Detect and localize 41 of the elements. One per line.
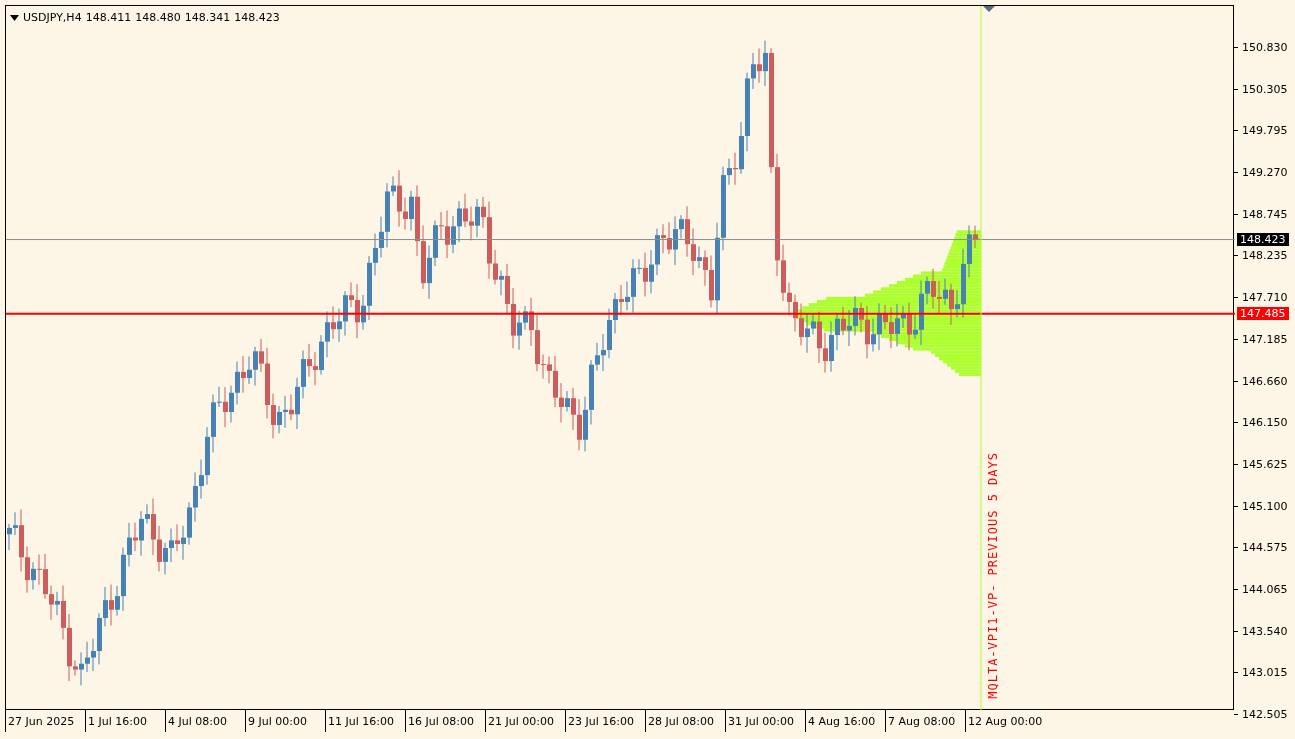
price-axis-label: 149.795 — [1242, 124, 1288, 138]
time-axis-label: 27 Jun 2025 — [5, 710, 85, 732]
indicator-label: MQLTA-VPI1-VP- PREVIOUS 5 DAYS — [985, 452, 1001, 699]
time-axis-label: 23 Jul 16:00 — [565, 710, 645, 732]
time-axis-label: 4 Jul 08:00 — [165, 710, 245, 732]
price-axis-label: 145.625 — [1242, 457, 1288, 471]
price-quote: 148.411 — [85, 10, 132, 26]
time-axis-label: 7 Aug 08:00 — [885, 710, 965, 732]
price-axis-label: 142.505 — [1242, 708, 1288, 721]
caret-icon[interactable] — [10, 15, 19, 22]
price-axis-label: 145.100 — [1242, 499, 1288, 513]
price-axis-label: 143.540 — [1242, 624, 1288, 638]
time-axis-label: 12 Aug 00:00 — [965, 710, 1045, 732]
price-axis-label: 147.710 — [1242, 291, 1288, 305]
time-axis-label: 28 Jul 08:00 — [645, 710, 725, 732]
time-axis-label: 1 Jul 16:00 — [85, 710, 165, 732]
price-axis-label: 146.660 — [1242, 374, 1288, 388]
price-axis-label: 144.065 — [1242, 582, 1288, 596]
price-quote: 148.480 — [135, 10, 181, 26]
price-axis-label: 146.150 — [1242, 416, 1288, 430]
price-quote: 148.341 — [184, 10, 231, 26]
time-axis-label: 9 Jul 00:00 — [245, 710, 325, 732]
price-badge: 147.485 — [1237, 306, 1289, 320]
price-axis-label: 148.235 — [1242, 249, 1288, 263]
price-level-line[interactable] — [6, 312, 1235, 315]
time-axis-label: 11 Jul 16:00 — [325, 710, 405, 732]
price-axis-label: 150.305 — [1242, 82, 1288, 96]
price-axis-label: 144.575 — [1242, 541, 1288, 555]
symbol-label: USDJPY,H4 — [23, 10, 82, 26]
time-axis-label: 16 Jul 08:00 — [405, 710, 485, 732]
time-axis-label: 21 Jul 00:00 — [485, 710, 565, 732]
price-axis-label: 150.830 — [1242, 41, 1288, 54]
time-axis-label: 4 Aug 16:00 — [805, 710, 885, 732]
price-badge: 148.423 — [1237, 232, 1289, 246]
time-axis-label: 31 Jul 00:00 — [725, 710, 805, 732]
shift-marker-icon[interactable] — [983, 6, 995, 12]
price-axis-label: 148.745 — [1242, 207, 1288, 221]
price-quote: 148.423 — [234, 10, 280, 26]
price-axis-label: 147.185 — [1242, 332, 1288, 346]
price-axis-label: 143.015 — [1242, 666, 1288, 680]
price-axis-label: 149.270 — [1242, 166, 1288, 180]
